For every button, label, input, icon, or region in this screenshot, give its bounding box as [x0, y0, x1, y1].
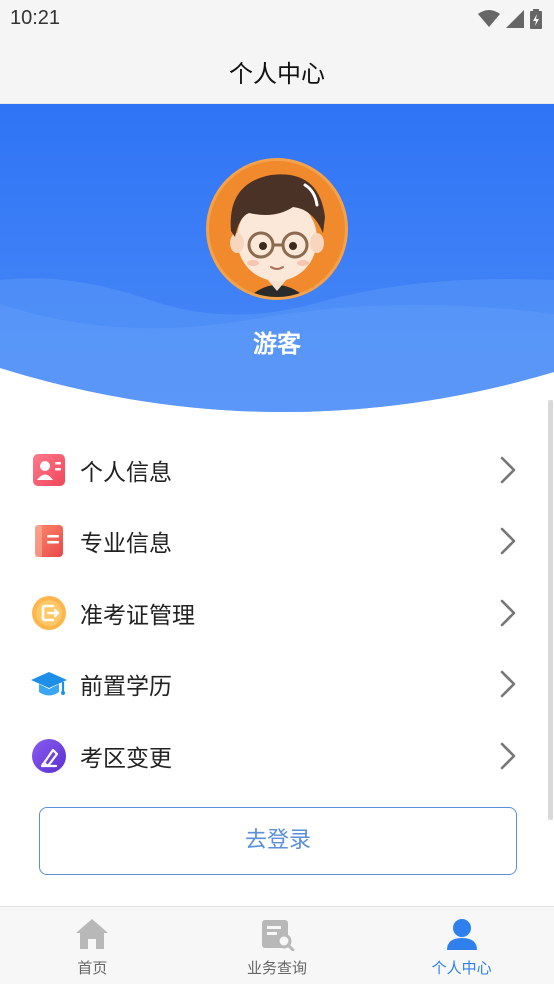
menu-item-label: 考区变更	[80, 745, 172, 772]
menu-item-label: 前置学历	[80, 674, 172, 701]
status-bar: 10:21	[0, 0, 554, 38]
avatar[interactable]	[206, 158, 348, 300]
tab-personal-center[interactable]: 个人中心	[369, 907, 554, 984]
chevron-right-icon	[500, 456, 516, 484]
signal-icon	[506, 10, 524, 28]
wifi-icon	[478, 10, 500, 27]
admission-ticket-icon	[30, 594, 68, 632]
username: 游客	[253, 330, 301, 358]
tab-label: 业务查询	[247, 959, 308, 977]
status-icons	[478, 8, 542, 30]
menu-item-label: 专业信息	[80, 531, 172, 558]
status-time: 10:21	[10, 7, 61, 29]
menu-item-label: 准考证管理	[80, 602, 195, 629]
profile-menu: 个人信息 专业信息 准考证管理 前置学历 考区变更	[0, 434, 548, 792]
edit-pen-icon	[30, 737, 68, 775]
bottom-tab-bar: 首页 业务查询 个人中心	[0, 906, 554, 984]
chevron-right-icon	[500, 670, 516, 698]
battery-icon	[530, 9, 542, 29]
app-bar: 个人中心	[0, 38, 554, 104]
menu-item-exam-area-change[interactable]: 考区变更	[0, 720, 548, 792]
user-icon	[446, 919, 477, 950]
avatar-cartoon-icon	[230, 174, 325, 297]
profile-header: 游客	[0, 104, 554, 414]
graduation-cap-icon	[30, 665, 68, 703]
scrollbar[interactable]	[548, 400, 553, 820]
book-icon	[30, 522, 68, 560]
tab-label: 个人中心	[431, 959, 492, 977]
menu-item-major-info[interactable]: 专业信息	[0, 506, 548, 578]
id-card-icon	[30, 451, 68, 489]
chevron-right-icon	[500, 527, 516, 555]
chevron-right-icon	[500, 599, 516, 627]
chevron-right-icon	[500, 742, 516, 770]
home-icon	[76, 919, 109, 949]
menu-item-label: 个人信息	[80, 459, 172, 486]
menu-item-prior-education[interactable]: 前置学历	[0, 649, 548, 721]
menu-item-personal-info[interactable]: 个人信息	[0, 434, 548, 506]
page-title: 个人中心	[229, 60, 325, 88]
login-button[interactable]: 去登录	[39, 807, 517, 875]
query-icon	[262, 920, 295, 951]
tab-label: 首页	[77, 959, 108, 977]
tab-business-query[interactable]: 业务查询	[185, 907, 370, 984]
menu-item-admission-ticket[interactable]: 准考证管理	[0, 577, 548, 649]
tab-home[interactable]: 首页	[0, 907, 185, 984]
